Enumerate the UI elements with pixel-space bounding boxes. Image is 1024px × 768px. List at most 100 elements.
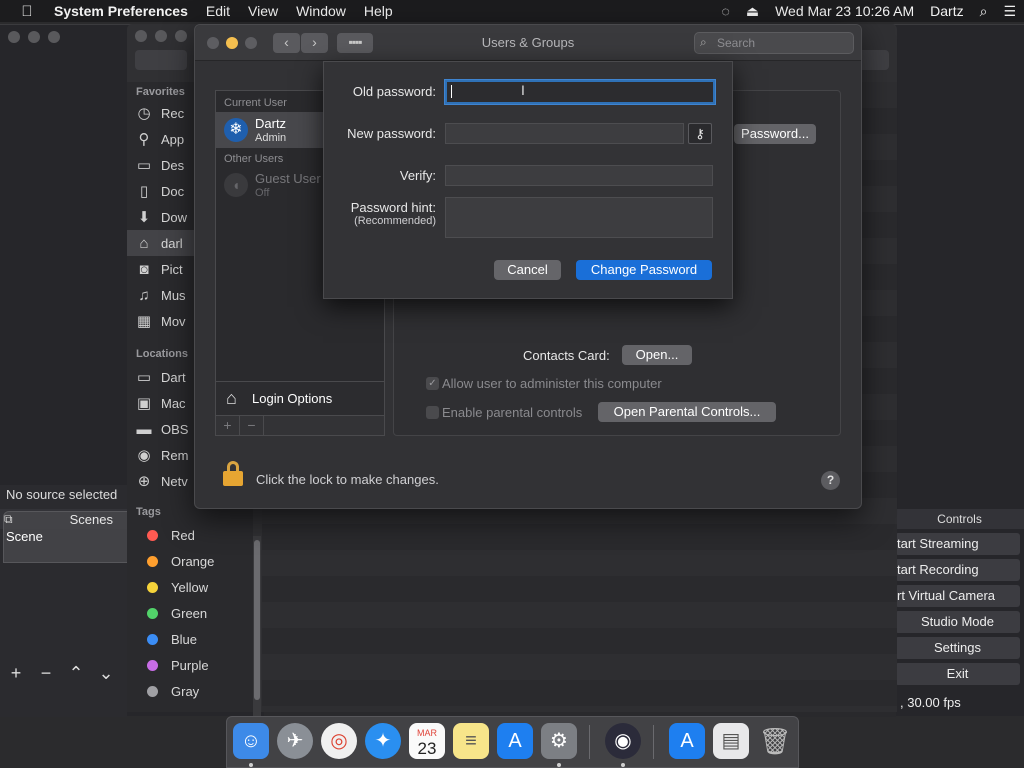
obs-icon[interactable]: ◉ (605, 723, 641, 759)
finder-close-button[interactable] (135, 30, 147, 42)
notification-center-icon[interactable]: ☰ (995, 3, 1024, 20)
user-name: Dartz (255, 116, 287, 131)
sidebar-scrollbar[interactable] (253, 536, 261, 716)
start-streaming-button[interactable]: tart Streaming (895, 533, 1020, 555)
launchpad-icon[interactable]: ✈ (277, 723, 313, 759)
sidebar-tag-gray[interactable]: Gray (127, 678, 253, 704)
applications-icon: ⚲ (138, 131, 150, 148)
text-caret (451, 85, 452, 98)
cancel-button[interactable]: Cancel (494, 260, 561, 280)
start-recording-button[interactable]: tart Recording (895, 559, 1020, 581)
apple-menu-icon[interactable]:  (0, 3, 54, 20)
finder-minimize-button[interactable] (155, 30, 167, 42)
exit-button[interactable]: Exit (895, 663, 1020, 685)
obs-status-icon[interactable]: ◌ (714, 3, 738, 19)
app-store-icon[interactable]: A (497, 723, 533, 759)
other-users-header: Other Users (224, 153, 284, 165)
open-parental-controls-button[interactable]: Open Parental Controls... (598, 402, 776, 422)
green-tag-dot (147, 607, 158, 619)
add-scene-icon[interactable]: + (4, 663, 28, 689)
new-password-field[interactable] (445, 123, 684, 144)
scene-item[interactable]: Scene (6, 529, 43, 544)
house-icon: ⌂ (226, 388, 237, 408)
view-menu[interactable]: View (239, 3, 287, 19)
remove-user-button[interactable]: − (240, 416, 264, 436)
red-tag-dot (147, 529, 158, 541)
scrollbar-thumb[interactable] (254, 540, 260, 700)
calendar-icon[interactable]: MAR 23 (409, 723, 445, 759)
current-user-header: Current User (224, 97, 287, 109)
sidebar-tag-green[interactable]: Green (127, 600, 253, 626)
sidebar-tag-red[interactable]: Red (127, 522, 253, 548)
change-password-confirm-button[interactable]: Change Password (576, 260, 712, 280)
yellow-tag-dot (147, 581, 158, 593)
help-button[interactable]: ? (821, 471, 840, 490)
guest-name: Guest User (255, 171, 321, 186)
spotlight-icon[interactable]: ⌕ (972, 3, 996, 20)
move-up-icon[interactable]: ⌃ (64, 663, 88, 689)
controls-header: Controls (895, 509, 1024, 529)
search-icon: ⌕ (700, 35, 707, 49)
system-preferences-icon[interactable]: ⚙ (541, 723, 577, 759)
old-password-label: Old password: (352, 84, 436, 99)
lock-icon[interactable] (223, 461, 243, 487)
blue-tag-dot (147, 633, 158, 645)
edit-menu[interactable]: Edit (197, 3, 239, 19)
settings-button[interactable]: Settings (895, 637, 1020, 659)
studio-mode-button[interactable]: Studio Mode (895, 611, 1020, 633)
menubar-status-area: ◌ ⏏ Wed Mar 23 10:26 AM Dartz ⌕ ☰ (714, 0, 1024, 22)
window-menu[interactable]: Window (287, 3, 355, 19)
verify-label: Verify: (399, 168, 436, 183)
finder-icon[interactable]: ☺ (233, 723, 269, 759)
document-icon: ▯ (139, 183, 149, 200)
fps-status: , 30.00 fps (900, 695, 961, 710)
trash-icon[interactable]: 🗑 (757, 723, 793, 759)
password-hint-field[interactable] (445, 197, 713, 238)
start-virtual-camera-button[interactable]: rt Virtual Camera (895, 585, 1020, 607)
user-role: Admin (255, 132, 287, 144)
locations-header: Locations (136, 348, 188, 360)
document-stack-icon[interactable]: ▤ (713, 723, 749, 759)
sidebar-tag-yellow[interactable]: Yellow (127, 574, 253, 600)
home-icon: ⌂ (139, 234, 149, 252)
finder-zoom-button[interactable] (175, 30, 187, 42)
user-menu[interactable]: Dartz (922, 3, 971, 19)
app-menu[interactable]: System Preferences (54, 3, 197, 19)
sidebar-tag-orange[interactable]: Orange (127, 548, 253, 574)
obs-close-button[interactable] (8, 31, 20, 43)
search-placeholder: Search (717, 36, 756, 50)
search-field[interactable]: ⌕ Search (694, 32, 854, 54)
dock-separator-2 (653, 725, 654, 759)
clock[interactable]: Wed Mar 23 10:26 AM (767, 3, 922, 19)
safari-icon[interactable]: ✦ (365, 723, 401, 759)
remove-scene-icon[interactable]: − (34, 663, 58, 689)
finder-nav-buttons[interactable] (135, 50, 187, 70)
app-store-download-icon[interactable]: A (669, 723, 705, 759)
dock: ☺ ✈ ◎ ✦ MAR 23 ≡ A ⚙ ◉ A ▤ 🗑 (226, 716, 799, 768)
allow-admin-checkbox[interactable]: ✓ (426, 377, 439, 390)
parental-controls-checkbox[interactable] (426, 406, 439, 419)
old-password-field[interactable] (445, 80, 715, 104)
users-add-remove-bar: + − (216, 415, 384, 436)
move-down-icon[interactable]: ⌄ (94, 663, 118, 689)
notes-icon[interactable]: ≡ (453, 723, 489, 759)
sidebar-tag-purple[interactable]: Purple (127, 652, 253, 678)
music-icon: ♫ (138, 286, 150, 304)
verify-field[interactable] (445, 165, 713, 186)
film-icon: ▦ (136, 313, 152, 330)
orange-tag-dot (147, 555, 158, 567)
open-contacts-button[interactable]: Open... (622, 345, 692, 365)
help-menu[interactable]: Help (355, 3, 402, 19)
password-assistant-key-icon[interactable]: ⚷ (688, 123, 712, 144)
obs-minimize-button[interactable] (28, 31, 40, 43)
add-user-button[interactable]: + (216, 416, 240, 436)
chrome-icon[interactable]: ◎ (321, 723, 357, 759)
network-icon: ⊕ (137, 473, 151, 490)
eject-icon[interactable]: ⏏ (738, 3, 767, 20)
sidebar-tag-blue[interactable]: Blue (127, 626, 253, 652)
change-password-button[interactable]: Password... (734, 124, 816, 144)
login-options-row[interactable]: ⌂ Login Options (216, 381, 384, 415)
tags-header: Tags (136, 506, 161, 518)
finder-traffic-lights (135, 30, 187, 42)
obs-zoom-button[interactable] (48, 31, 60, 43)
